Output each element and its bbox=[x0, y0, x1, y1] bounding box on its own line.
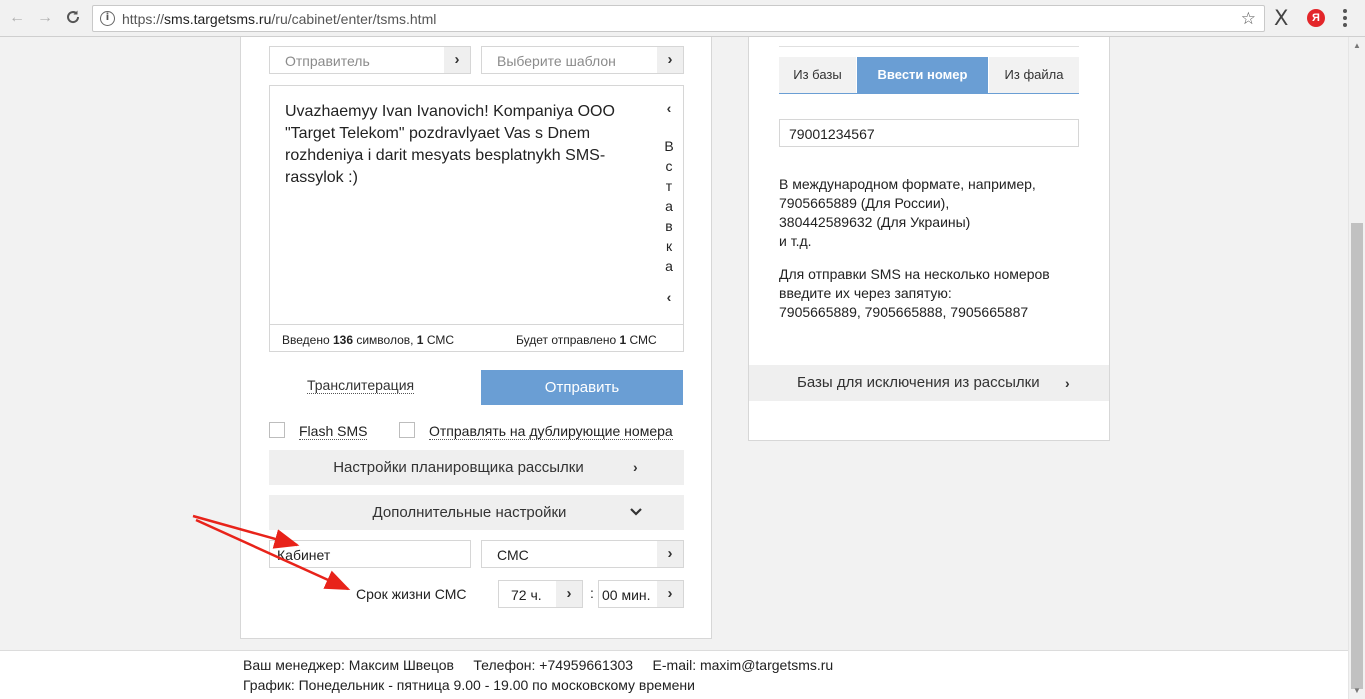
phone-number-value: 79001234567 bbox=[789, 126, 875, 142]
scheduler-settings-label: Настройки планировщика рассылки bbox=[333, 459, 584, 476]
transliteration-link[interactable]: Транслитерация bbox=[307, 377, 415, 394]
scroll-up-icon[interactable]: ▲ bbox=[1353, 41, 1361, 50]
template-placeholder: Выберите шаблон bbox=[497, 53, 616, 69]
flash-sms-label[interactable]: Flash SMS bbox=[299, 423, 368, 440]
will-send-counter: Будет отправлено 1 СМС bbox=[516, 333, 657, 347]
exclusion-bases-bar[interactable]: Базы для исключения из рассылки › bbox=[749, 365, 1109, 401]
extra-settings-bar[interactable]: Дополнительные настройки bbox=[269, 495, 684, 530]
minutes-select[interactable]: 00 мин. › bbox=[598, 580, 684, 608]
scrollbar-thumb[interactable] bbox=[1351, 223, 1363, 689]
exclusion-bases-label: Базы для исключения из рассылки bbox=[797, 374, 1040, 391]
site-info-icon[interactable]: i bbox=[100, 11, 115, 26]
extension-x-icon[interactable]: X bbox=[1274, 6, 1288, 30]
manager-contacts: Ваш менеджер: Максим Швецов Телефон: +74… bbox=[243, 657, 834, 673]
chevron-right-icon: › bbox=[633, 459, 638, 475]
back-arrow-icon[interactable]: ← bbox=[8, 9, 26, 27]
format-help-text: В международном формате, например, 79056… bbox=[779, 176, 1036, 249]
browser-toolbar: ← → i https://sms.targetsms.ru/ru/cabine… bbox=[0, 0, 1365, 37]
cabinet-value: Кабинет bbox=[277, 547, 331, 563]
char-counter: Введено 136 символов, 1 СМС bbox=[282, 333, 455, 347]
tab-enter-number[interactable]: Ввести номер bbox=[857, 57, 988, 93]
chevron-right-icon[interactable]: › bbox=[556, 581, 582, 607]
minutes-value: 00 мин. bbox=[602, 587, 651, 603]
message-textarea[interactable]: Uvazhaemyy Ivan Ivanovich! Kompaniya OOO… bbox=[269, 85, 684, 352]
browser-menu-icon[interactable] bbox=[1343, 9, 1347, 27]
page-scrollbar[interactable]: ▲ ▼ bbox=[1348, 37, 1365, 699]
chevron-right-icon[interactable]: › bbox=[657, 47, 683, 73]
work-schedule: График: Понедельник - пятница 9.00 - 19.… bbox=[243, 677, 695, 693]
sms-type-value: СМС bbox=[497, 547, 529, 563]
insert-label: В с т а в к а bbox=[664, 138, 674, 274]
recipients-panel: Из базы Ввести номер Из файла 7900123456… bbox=[748, 37, 1110, 441]
url-text: https://sms.targetsms.ru/ru/cabinet/ente… bbox=[122, 11, 437, 27]
time-colon: : bbox=[590, 585, 594, 601]
sender-placeholder: Отправитель bbox=[285, 53, 370, 69]
page-footer: Ваш менеджер: Максим Швецов Телефон: +74… bbox=[0, 650, 1348, 699]
chevron-left-icon[interactable]: ‹ bbox=[655, 100, 683, 116]
chevron-left-icon[interactable]: ‹ bbox=[655, 289, 683, 305]
message-composer-panel: Отправитель › Выберите шаблон › Uvazhaem… bbox=[240, 37, 712, 639]
chevron-right-icon[interactable]: › bbox=[657, 541, 683, 567]
send-button[interactable]: Отправить bbox=[481, 370, 683, 405]
phone-number-input[interactable]: 79001234567 bbox=[779, 119, 1079, 147]
address-bar[interactable]: i https://sms.targetsms.ru/ru/cabinet/en… bbox=[92, 5, 1265, 32]
reload-icon[interactable] bbox=[64, 9, 82, 27]
template-select[interactable]: Выберите шаблон › bbox=[481, 46, 684, 74]
scheduler-settings-bar[interactable]: Настройки планировщика рассылки › bbox=[269, 450, 684, 485]
message-counter-bar: Введено 136 символов, 1 СМС Будет отправ… bbox=[270, 324, 683, 352]
scroll-down-icon[interactable]: ▼ bbox=[1353, 686, 1361, 695]
multiple-numbers-help-text: Для отправки SMS на несколько номеров вв… bbox=[779, 266, 1050, 320]
flash-sms-checkbox[interactable] bbox=[269, 422, 285, 438]
divider bbox=[779, 46, 1079, 47]
forward-arrow-icon[interactable]: → bbox=[36, 9, 54, 27]
hours-select[interactable]: 72 ч. › bbox=[498, 580, 583, 608]
sms-type-select[interactable]: СМС › bbox=[481, 540, 684, 568]
chevron-right-icon[interactable]: › bbox=[657, 581, 683, 607]
hours-value: 72 ч. bbox=[511, 587, 542, 603]
cabinet-field[interactable]: Кабинет bbox=[269, 540, 471, 568]
tab-from-file[interactable]: Из файла bbox=[989, 57, 1079, 93]
chevron-right-icon: › bbox=[1065, 375, 1070, 391]
extra-settings-label: Дополнительные настройки bbox=[372, 504, 567, 521]
chevron-down-icon bbox=[630, 494, 642, 529]
duplicate-numbers-checkbox[interactable] bbox=[399, 422, 415, 438]
insert-panel-toggle[interactable]: ‹ В с т а в к а ‹ bbox=[655, 86, 683, 324]
sender-select[interactable]: Отправитель › bbox=[269, 46, 471, 74]
message-text[interactable]: Uvazhaemyy Ivan Ivanovich! Kompaniya OOO… bbox=[285, 101, 630, 189]
sms-lifetime-label: Срок жизни СМС bbox=[356, 586, 467, 602]
bookmark-star-icon[interactable]: ☆ bbox=[1241, 9, 1256, 29]
duplicate-numbers-label[interactable]: Отправлять на дублирующие номера bbox=[429, 423, 673, 440]
yandex-icon[interactable]: Я bbox=[1307, 9, 1325, 27]
chevron-right-icon[interactable]: › bbox=[444, 47, 470, 73]
tab-from-base[interactable]: Из базы bbox=[779, 57, 856, 93]
recipient-tabs: Из базы Ввести номер Из файла bbox=[779, 57, 1079, 94]
